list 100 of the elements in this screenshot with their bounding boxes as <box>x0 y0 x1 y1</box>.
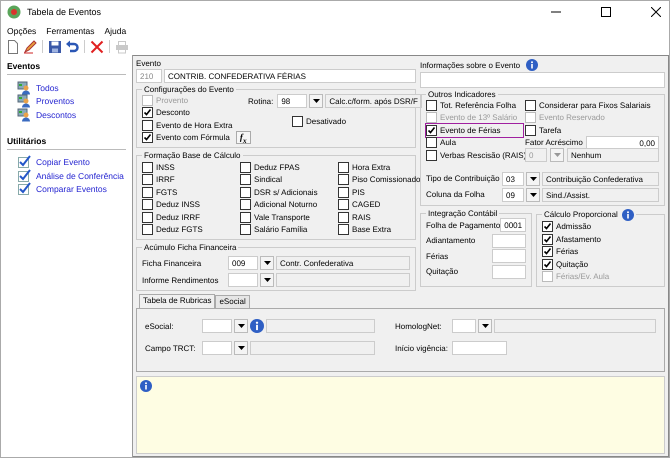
dropdown-button[interactable] <box>478 319 492 333</box>
checkbox[interactable]: Piso Comissionado <box>338 174 420 186</box>
checklist-icon <box>17 182 31 196</box>
checklist-icon <box>17 155 31 170</box>
new-document-icon[interactable] <box>6 40 20 54</box>
description-field: Calc.c/form. após DSR/F <box>325 94 422 108</box>
tab[interactable]: Tabela de Rubricas <box>139 294 216 308</box>
menu-item[interactable]: Ferramentas <box>46 26 94 36</box>
info-icon[interactable] <box>622 208 634 220</box>
sidebar-link[interactable]: Todos <box>36 82 59 93</box>
checkbox[interactable]: Férias <box>542 246 659 258</box>
checkbox[interactable]: Admissão <box>542 220 659 233</box>
caret-icon <box>264 278 270 282</box>
field-label: Início vigência: <box>395 344 449 352</box>
caret-icon <box>264 261 270 265</box>
code-field[interactable]: 009 <box>228 256 258 270</box>
date-field[interactable] <box>452 341 507 355</box>
checkbox[interactable]: Aula <box>426 136 523 149</box>
checkbox[interactable]: DSR s/ Adicionais <box>240 186 338 198</box>
dropdown-button[interactable] <box>260 256 274 270</box>
checkbox[interactable]: Base Extra <box>338 224 420 236</box>
dropdown-button[interactable] <box>260 273 274 287</box>
code-field[interactable]: 09 <box>502 188 524 202</box>
caret-icon <box>530 192 536 196</box>
users-icon <box>17 94 31 108</box>
checkbox[interactable]: Salário Família <box>240 224 338 236</box>
info-field[interactable] <box>420 72 665 88</box>
event-code-field[interactable]: 210 <box>136 69 162 83</box>
info-icon[interactable] <box>526 59 538 71</box>
checkbox[interactable]: Tot. Referência Folha <box>426 99 523 112</box>
checkbox[interactable]: Deduz FPAS <box>240 161 338 174</box>
checkbox[interactable]: Sindical <box>240 174 338 186</box>
group-title: Acúmulo Ficha Financeira <box>143 243 238 252</box>
code-field[interactable]: 98 <box>277 94 308 108</box>
account-field[interactable] <box>492 234 526 248</box>
checkbox[interactable]: Vale Transporte <box>240 211 338 224</box>
caret-icon <box>554 153 560 158</box>
dropdown-button[interactable] <box>526 188 540 202</box>
menu-item[interactable]: Ajuda <box>104 26 126 36</box>
event-name-field[interactable]: CONTRIB. CONFEDERATIVA FÉRIAS <box>164 69 416 83</box>
checkbox[interactable]: Tarefa <box>525 124 659 136</box>
sidebar-link[interactable]: Copiar Evento <box>36 157 90 168</box>
users-icon <box>17 108 31 122</box>
formula-button[interactable]: f$_{x}$ <box>236 131 251 144</box>
account-field[interactable] <box>492 264 526 279</box>
code-field[interactable] <box>228 273 258 287</box>
field-label: Informe Rendimentos <box>142 276 220 284</box>
checkbox[interactable]: Adicional Noturno <box>240 198 338 211</box>
group-title: Outros Indicadores <box>427 90 497 99</box>
checkbox[interactable]: Quitação <box>542 258 659 270</box>
checkbox[interactable]: RAIS <box>338 211 420 224</box>
description-field: Nenhum <box>567 148 659 162</box>
tab[interactable]: eSocial <box>215 295 250 308</box>
group-title: Integração Contábil <box>427 208 498 218</box>
checkbox[interactable]: Deduz INSS <box>142 198 240 211</box>
dropdown-button[interactable] <box>526 172 540 186</box>
checkbox[interactable]: CAGED <box>338 198 420 211</box>
checkbox[interactable]: Considerar para Fixos Salariais <box>525 99 659 112</box>
checkbox[interactable]: Deduz IRRF <box>142 211 240 224</box>
field-label: Ficha Financeira <box>142 258 202 268</box>
account-field[interactable]: 0001 <box>500 218 526 232</box>
sidebar-link[interactable]: Comparar Eventos <box>36 184 107 194</box>
checkbox[interactable]: Evento de Hora Extra <box>142 120 232 131</box>
users-icon <box>17 80 31 95</box>
delete-icon[interactable] <box>90 40 104 54</box>
factor-field[interactable]: 0,00 <box>586 136 659 150</box>
checkbox[interactable]: Deduz FGTS <box>142 224 240 236</box>
pencil-icon[interactable] <box>23 40 37 54</box>
dropdown-button[interactable] <box>309 94 324 108</box>
field-label: Adiantamento <box>426 236 476 246</box>
checkbox[interactable]: FGTS <box>142 186 240 198</box>
checkbox[interactable]: Evento de Férias <box>426 124 523 136</box>
code-field[interactable] <box>452 319 476 333</box>
checkbox[interactable]: PIS <box>338 186 420 198</box>
checkbox[interactable]: INSS <box>142 161 240 174</box>
checkbox[interactable]: Evento com Fórmula <box>142 132 230 144</box>
code-field[interactable]: 03 <box>502 172 524 186</box>
dropdown-button[interactable] <box>234 341 248 355</box>
field-label: Informações sobre o Evento <box>420 60 520 70</box>
checkbox[interactable]: Desconto <box>142 107 190 118</box>
undo-icon[interactable] <box>65 40 79 54</box>
menu-item[interactable]: Opções <box>7 26 36 36</box>
code-field[interactable] <box>202 319 232 333</box>
account-field[interactable] <box>492 249 526 264</box>
save-icon[interactable] <box>48 40 62 54</box>
sidebar-link[interactable]: Proventos <box>36 96 74 106</box>
close-icon[interactable] <box>651 7 661 17</box>
checkbox[interactable]: Afastamento <box>542 233 659 246</box>
sidebar-link[interactable]: Análise de Conferência <box>36 170 124 181</box>
checkbox[interactable]: Desativado <box>292 116 346 126</box>
info-icon[interactable] <box>250 319 264 333</box>
dropdown-button[interactable] <box>234 319 248 333</box>
checkmark-icon <box>143 108 152 118</box>
checkbox[interactable]: Hora Extra <box>338 161 420 174</box>
field-label: Coluna da Folha <box>426 190 486 199</box>
sidebar-link[interactable]: Descontos <box>36 110 76 120</box>
code-field[interactable] <box>202 341 232 355</box>
field-label: Rotina: <box>248 96 274 106</box>
maximize-icon[interactable] <box>601 7 611 17</box>
checkbox[interactable]: IRRF <box>142 174 240 186</box>
